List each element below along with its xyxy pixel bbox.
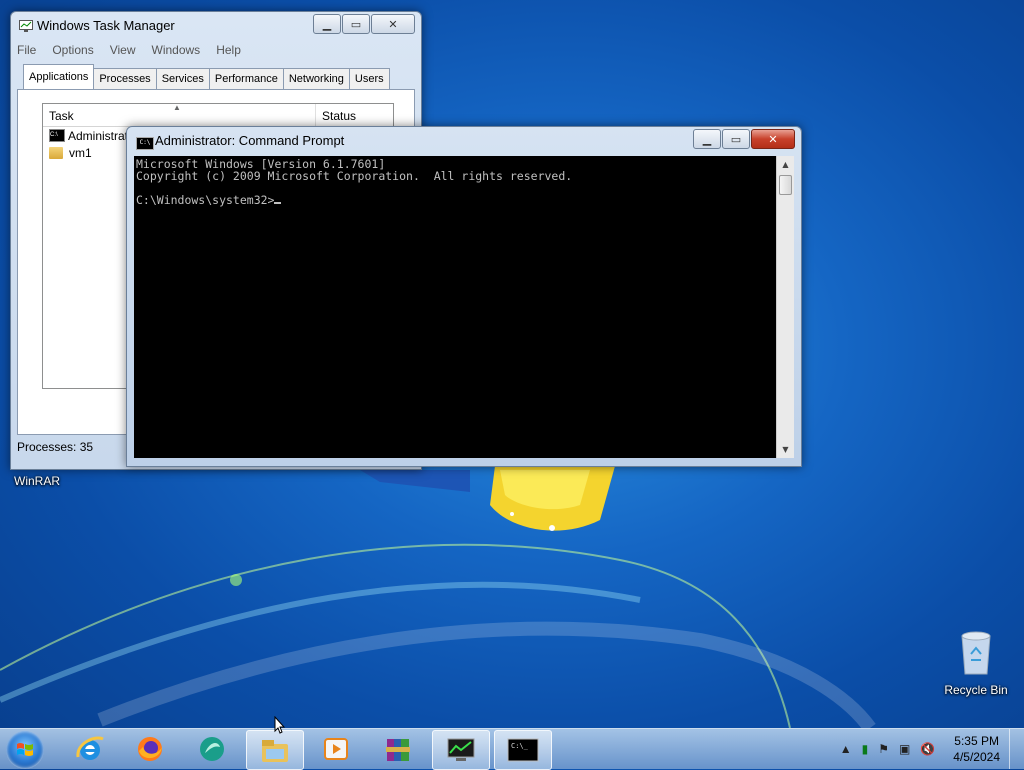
show-hidden-icons-icon[interactable]: ▲ bbox=[840, 742, 852, 756]
media-player-icon bbox=[324, 738, 348, 760]
task-manager-title: Windows Task Manager bbox=[37, 18, 175, 33]
taskbar: C:\_ ▲ ▮ ⚑ ▣ 🔇 5:35 PM 4/5/2024 bbox=[0, 728, 1024, 770]
list-header: ▲ Task Status bbox=[43, 103, 393, 127]
folder-icon bbox=[49, 146, 63, 159]
start-button[interactable] bbox=[6, 731, 44, 769]
tab-performance[interactable]: Performance bbox=[208, 68, 284, 89]
menu-windows[interactable]: Windows bbox=[152, 40, 201, 60]
taskbar-windows-explorer[interactable] bbox=[246, 730, 304, 770]
column-status-header[interactable]: Status bbox=[316, 104, 356, 126]
scroll-thumb[interactable] bbox=[779, 175, 792, 195]
show-desktop-button[interactable] bbox=[1009, 729, 1024, 769]
task-manager-icon bbox=[447, 738, 475, 761]
minimize-button[interactable]: ▁ bbox=[313, 14, 341, 34]
column-task-header[interactable]: ▲ Task bbox=[43, 103, 316, 126]
tab-users[interactable]: Users bbox=[348, 68, 390, 89]
task-manager-menubar: File Options View Windows Help bbox=[11, 40, 421, 60]
task-manager-icon bbox=[19, 20, 33, 32]
task-manager-tabs: Applications Processes Services Performa… bbox=[23, 64, 390, 91]
menu-options[interactable]: Options bbox=[52, 40, 93, 60]
cmd-icon: C:\ bbox=[49, 129, 65, 142]
console-prompt: C:\Windows\system32> bbox=[136, 193, 275, 207]
tray-app-icon[interactable]: ▮ bbox=[862, 742, 869, 756]
taskbar-task-manager[interactable] bbox=[432, 730, 490, 770]
winrar-desktop-label: WinRAR bbox=[14, 474, 61, 488]
winrar-icon bbox=[386, 739, 410, 761]
console-output[interactable]: Microsoft Windows [Version 6.1.7601] Copy… bbox=[134, 156, 776, 458]
minimize-icon: ▁ bbox=[322, 17, 332, 31]
maximize-button[interactable]: ▭ bbox=[342, 14, 370, 34]
tab-networking[interactable]: Networking bbox=[282, 68, 350, 89]
menu-file[interactable]: File bbox=[17, 40, 36, 60]
column-status-label: Status bbox=[322, 109, 357, 123]
recycle-bin-desktop-icon[interactable]: Recycle Bin bbox=[940, 630, 1012, 697]
command-prompt-window[interactable]: C:\ Administrator: Command Prompt ▁ ▭ ✕ … bbox=[126, 126, 802, 467]
status-bar-processes: Processes: 35 bbox=[17, 440, 94, 454]
mouse-pointer-icon bbox=[274, 716, 286, 734]
svg-text:C:\_: C:\_ bbox=[511, 742, 529, 750]
command-prompt-title: Administrator: Command Prompt bbox=[155, 133, 345, 148]
minimize-button[interactable]: ▁ bbox=[693, 129, 721, 149]
notification-area: ▲ ▮ ⚑ ▣ 🔇 5:35 PM 4/5/2024 bbox=[840, 729, 1024, 769]
scroll-up-icon[interactable]: ▲ bbox=[777, 156, 794, 173]
firefox-icon bbox=[138, 737, 162, 761]
windows-explorer-icon bbox=[262, 740, 288, 762]
volume-muted-icon[interactable]: 🔇 bbox=[920, 742, 935, 756]
network-icon[interactable]: ▣ bbox=[899, 742, 910, 756]
recycle-bin-icon bbox=[961, 631, 991, 675]
close-icon: ✕ bbox=[388, 17, 398, 31]
vertical-scrollbar[interactable]: ▲ ▼ bbox=[776, 156, 794, 458]
close-button[interactable]: ✕ bbox=[371, 14, 415, 34]
scroll-down-icon[interactable]: ▼ bbox=[777, 441, 794, 458]
taskbar-firefox[interactable] bbox=[122, 730, 178, 768]
menu-view[interactable]: View bbox=[110, 40, 136, 60]
tab-processes[interactable]: Processes bbox=[93, 68, 157, 89]
command-prompt-icon: C:\ bbox=[136, 137, 154, 150]
taskbar-winrar[interactable] bbox=[370, 730, 426, 768]
action-center-flag-icon[interactable]: ⚑ bbox=[878, 742, 889, 756]
menu-help[interactable]: Help bbox=[216, 40, 241, 60]
close-icon: ✕ bbox=[768, 132, 778, 146]
internet-explorer-icon bbox=[76, 736, 104, 760]
console-line: Copyright (c) 2009 Microsoft Corporation… bbox=[136, 169, 573, 183]
minimize-icon: ▁ bbox=[702, 132, 712, 146]
taskbar-media-player[interactable] bbox=[308, 730, 364, 768]
command-prompt-titlebar[interactable]: C:\ Administrator: Command Prompt ▁ ▭ ✕ bbox=[127, 127, 801, 155]
clock-date: 4/5/2024 bbox=[953, 750, 1000, 764]
list-item-label: vm1 bbox=[69, 145, 92, 160]
console-prompt-line[interactable]: C:\Windows\system32> bbox=[136, 194, 774, 206]
recycle-bin-label: Recycle Bin bbox=[944, 683, 1008, 697]
kompozer-icon bbox=[200, 737, 224, 761]
tab-applications[interactable]: Applications bbox=[23, 64, 95, 91]
close-button[interactable]: ✕ bbox=[751, 129, 795, 149]
windows-logo-icon bbox=[17, 743, 33, 756]
clock-time: 5:35 PM bbox=[954, 734, 999, 748]
system-clock[interactable]: 5:35 PM 4/5/2024 bbox=[953, 733, 1000, 765]
command-prompt-icon: C:\_ bbox=[507, 738, 539, 762]
winrar-desktop-icon[interactable]: WinRAR bbox=[14, 474, 60, 488]
maximize-icon: ▭ bbox=[730, 132, 742, 146]
tab-services[interactable]: Services bbox=[155, 68, 210, 89]
list-item-label: Administrato bbox=[68, 128, 135, 143]
taskbar-kompozer[interactable] bbox=[184, 730, 240, 768]
sort-ascending-icon: ▲ bbox=[173, 103, 181, 112]
taskbar-command-prompt[interactable]: C:\_ bbox=[494, 730, 552, 770]
task-manager-titlebar[interactable]: Windows Task Manager ▁ ▭ ✕ bbox=[11, 12, 421, 40]
column-task-label: Task bbox=[49, 109, 74, 123]
text-cursor bbox=[274, 202, 282, 204]
maximize-icon: ▭ bbox=[350, 17, 362, 31]
maximize-button[interactable]: ▭ bbox=[722, 129, 750, 149]
taskbar-internet-explorer[interactable] bbox=[62, 730, 118, 768]
